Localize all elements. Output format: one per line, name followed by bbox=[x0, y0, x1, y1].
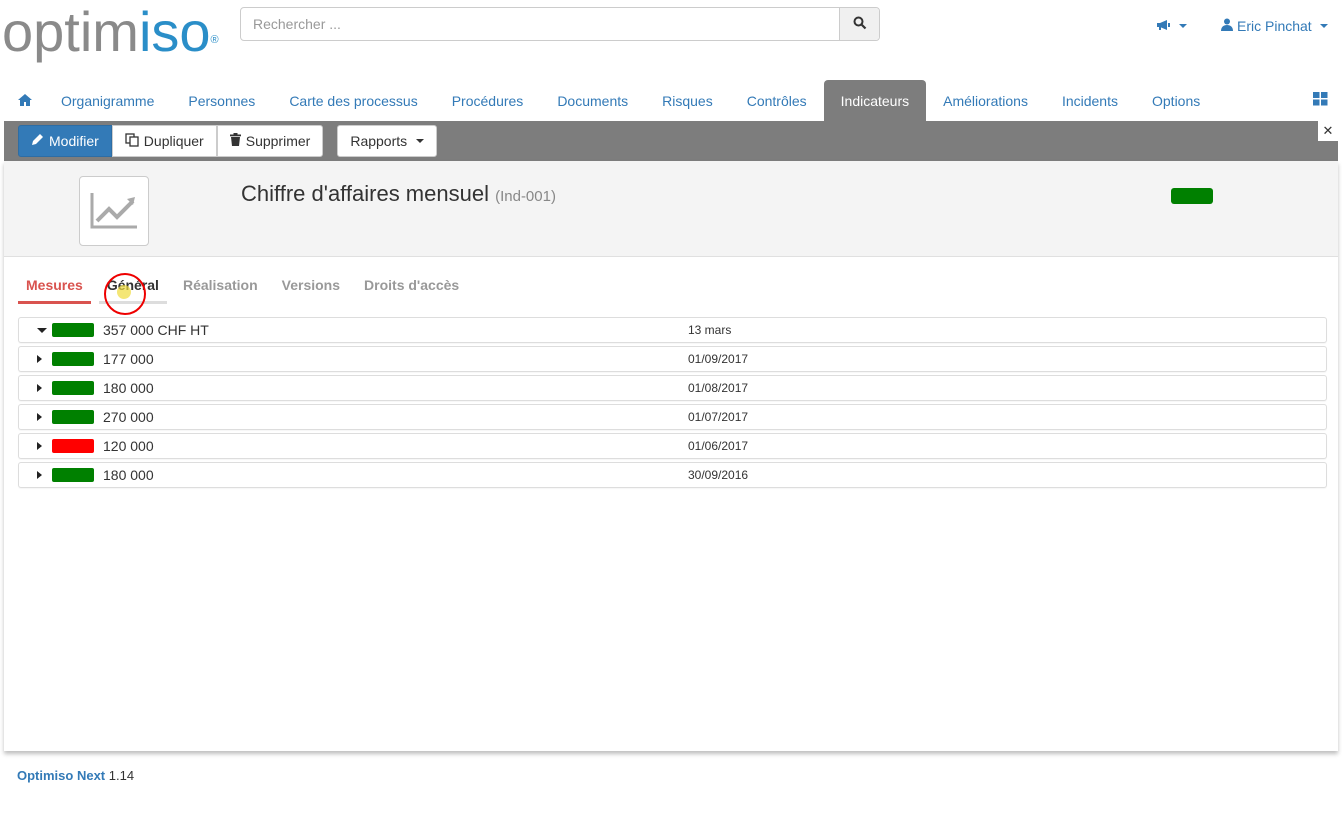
logo-text-accent: iso bbox=[138, 0, 211, 63]
home-icon bbox=[18, 93, 32, 109]
measure-row[interactable]: 177 000 01/09/2017 bbox=[18, 346, 1327, 372]
measure-row[interactable]: 180 000 30/09/2016 bbox=[18, 462, 1327, 488]
status-indicator bbox=[52, 468, 94, 482]
copy-icon bbox=[125, 132, 139, 150]
trash-icon bbox=[229, 133, 241, 149]
measure-row[interactable]: 180 000 01/08/2017 bbox=[18, 375, 1327, 401]
tab-mesures[interactable]: Mesures bbox=[18, 277, 91, 304]
tab-versions[interactable]: Versions bbox=[274, 277, 348, 304]
nav-item-carte-des-processus[interactable]: Carte des processus bbox=[272, 80, 434, 121]
measure-value: 177 000 bbox=[103, 351, 154, 367]
chevron-down-icon bbox=[1319, 24, 1328, 28]
indicator-code: (Ind-001) bbox=[495, 188, 556, 205]
measure-value: 270 000 bbox=[103, 409, 154, 425]
caret-right-icon[interactable] bbox=[37, 355, 42, 363]
nav-item-incidents[interactable]: Incidents bbox=[1045, 80, 1135, 121]
caret-right-icon[interactable] bbox=[37, 413, 42, 421]
search-button[interactable] bbox=[839, 8, 879, 40]
status-indicator bbox=[52, 352, 94, 366]
nav-item-options[interactable]: Options bbox=[1135, 80, 1217, 121]
footer-brand[interactable]: Optimiso Next bbox=[17, 768, 105, 783]
caret-right-icon[interactable] bbox=[37, 442, 42, 450]
nav-home[interactable] bbox=[0, 80, 44, 121]
duplicate-label: Dupliquer bbox=[143, 133, 204, 149]
reports-label: Rapports bbox=[350, 133, 408, 149]
nav-item-risques[interactable]: Risques bbox=[645, 80, 730, 121]
chevron-down-icon bbox=[1179, 24, 1187, 28]
click-indicator-circle bbox=[104, 273, 146, 315]
tab-realisation[interactable]: Réalisation bbox=[175, 277, 266, 304]
user-menu[interactable]: Eric Pinchat bbox=[1221, 18, 1328, 34]
megaphone-icon bbox=[1156, 18, 1171, 34]
nav-item-documents[interactable]: Documents bbox=[540, 80, 645, 121]
grid-icon bbox=[1313, 92, 1328, 109]
measure-row[interactable]: 120 000 01/06/2017 bbox=[18, 433, 1327, 459]
duplicate-button[interactable]: Dupliquer bbox=[111, 125, 217, 157]
caret-right-icon[interactable] bbox=[37, 384, 42, 392]
measure-date: 01/08/2017 bbox=[688, 381, 749, 395]
indicator-panel: Chiffre d'affaires mensuel (Ind-001) Mes… bbox=[4, 161, 1338, 751]
delete-label: Supprimer bbox=[245, 133, 311, 149]
indicator-status-badge bbox=[1171, 188, 1213, 204]
apps-grid-button[interactable] bbox=[1313, 92, 1328, 109]
measure-date: 01/06/2017 bbox=[688, 439, 749, 453]
measure-row[interactable]: 270 000 01/07/2017 bbox=[18, 404, 1327, 430]
measure-date: 13 mars bbox=[688, 323, 732, 337]
nav-item-organigramme[interactable]: Organigramme bbox=[44, 80, 171, 121]
status-indicator bbox=[52, 439, 94, 453]
status-indicator bbox=[52, 323, 94, 337]
measures-list: 357 000 CHF HT 13 mars 177 000 01/09/201… bbox=[18, 317, 1327, 491]
caret-right-icon[interactable] bbox=[37, 471, 42, 479]
edit-button[interactable]: Modifier bbox=[18, 125, 112, 157]
search-icon bbox=[853, 16, 867, 33]
status-indicator bbox=[52, 410, 94, 424]
status-indicator bbox=[52, 381, 94, 395]
nav-item-personnes[interactable]: Personnes bbox=[171, 80, 272, 121]
user-icon bbox=[1221, 18, 1233, 34]
measure-value: 357 000 CHF HT bbox=[103, 322, 209, 338]
indicator-header: Chiffre d'affaires mensuel (Ind-001) bbox=[4, 161, 1338, 257]
optimiso-logo[interactable]: optimiso® bbox=[2, 2, 219, 62]
logo-registered-mark: ® bbox=[210, 34, 219, 46]
search-input[interactable] bbox=[241, 8, 839, 40]
chevron-down-icon bbox=[416, 139, 425, 143]
measure-value: 120 000 bbox=[103, 438, 154, 454]
logo-text-gray: optim bbox=[2, 0, 139, 63]
indicator-chart-icon bbox=[79, 176, 149, 246]
close-icon[interactable]: ✕ bbox=[1318, 121, 1338, 141]
indicator-tabs: Mesures Général Réalisation Versions Dro… bbox=[18, 277, 475, 304]
footer-version: 1.14 bbox=[108, 768, 135, 783]
pencil-icon bbox=[31, 133, 44, 149]
reports-dropdown[interactable]: Rapports bbox=[337, 125, 438, 157]
measure-value: 180 000 bbox=[103, 467, 154, 483]
measure-value: 180 000 bbox=[103, 380, 154, 396]
search-bar bbox=[240, 7, 880, 41]
nav-item-procedures[interactable]: Procédures bbox=[435, 80, 541, 121]
user-name: Eric Pinchat bbox=[1237, 18, 1312, 34]
nav-item-controles[interactable]: Contrôles bbox=[730, 80, 824, 121]
measure-date: 01/09/2017 bbox=[688, 352, 749, 366]
action-toolbar: Modifier Dupliquer Supprimer Rapports bbox=[4, 121, 1338, 161]
edit-button-group: Modifier Dupliquer Supprimer bbox=[18, 125, 324, 157]
indicator-title-block: Chiffre d'affaires mensuel (Ind-001) bbox=[241, 181, 556, 207]
measure-date: 30/09/2016 bbox=[688, 468, 749, 482]
main-nav: Organigramme Personnes Carte des process… bbox=[0, 80, 1342, 121]
tab-droits-acces[interactable]: Droits d'accès bbox=[356, 277, 467, 304]
edit-label: Modifier bbox=[49, 133, 99, 149]
caret-down-icon[interactable] bbox=[37, 327, 47, 333]
indicator-title: Chiffre d'affaires mensuel bbox=[241, 181, 489, 206]
footer: Optimiso Next 1.14 bbox=[17, 768, 134, 783]
announcements-dropdown[interactable] bbox=[1156, 18, 1187, 34]
measure-row[interactable]: 357 000 CHF HT 13 mars bbox=[18, 317, 1327, 343]
nav-item-indicateurs[interactable]: Indicateurs bbox=[823, 80, 927, 121]
nav-item-ameliorations[interactable]: Améliorations bbox=[926, 80, 1045, 121]
measure-date: 01/07/2017 bbox=[688, 410, 749, 424]
delete-button[interactable]: Supprimer bbox=[216, 125, 324, 157]
